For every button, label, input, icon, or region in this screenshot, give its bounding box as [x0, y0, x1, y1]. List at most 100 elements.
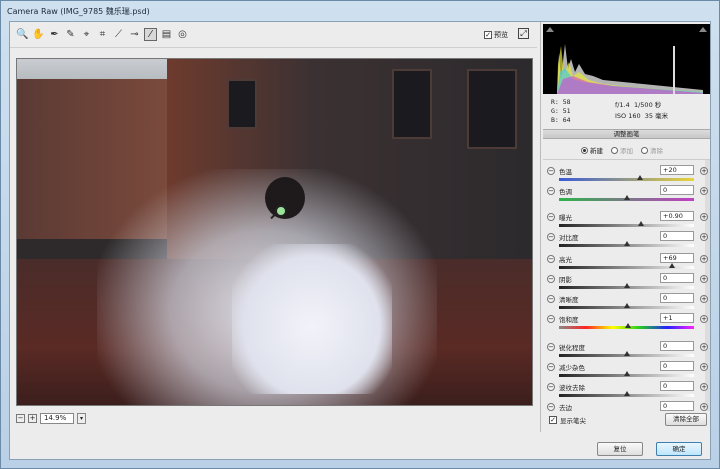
graduated-filter-tool-icon[interactable]: ▤ — [160, 28, 173, 41]
minus-icon[interactable]: − — [547, 315, 555, 323]
shadow-clipping-icon[interactable] — [546, 27, 554, 32]
plus-icon[interactable]: + — [700, 363, 708, 371]
slider-value[interactable]: +69 — [660, 253, 694, 263]
plus-icon[interactable]: + — [700, 343, 708, 351]
slider-thumb[interactable] — [637, 175, 643, 180]
preview-checkbox[interactable]: ✓ 预览 — [484, 30, 508, 40]
hand-tool-icon[interactable]: ✋ — [32, 28, 45, 41]
color-sampler-tool-icon[interactable]: ✎ — [64, 28, 77, 41]
zoom-dropdown-icon[interactable]: ▾ — [77, 412, 86, 424]
slider-thumb[interactable] — [624, 323, 631, 328]
plus-icon[interactable]: + — [700, 213, 708, 221]
zoom-out-button[interactable]: − — [16, 413, 25, 423]
plus-icon[interactable]: + — [700, 383, 708, 391]
targeted-adjustment-tool-icon[interactable]: ⌖ — [80, 28, 93, 41]
spot-removal-tool-icon[interactable]: ⊸ — [128, 28, 141, 41]
minus-icon[interactable]: − — [547, 295, 555, 303]
window-title: Camera Raw (IMG_9785 魏乐瑞.psd) — [7, 7, 150, 16]
slider-value[interactable]: 0 — [660, 361, 694, 371]
minus-icon[interactable]: − — [547, 363, 555, 371]
plus-icon[interactable]: + — [700, 315, 708, 323]
zoom-tool-icon[interactable]: 🔍 — [16, 28, 29, 41]
zoom-controls: − + 14.9% ▾ — [16, 411, 86, 425]
ok-button[interactable]: 确定 — [656, 442, 702, 456]
zoom-in-button[interactable]: + — [28, 413, 37, 423]
minus-icon[interactable]: − — [547, 403, 555, 411]
mode-option[interactable]: 新建 — [581, 145, 603, 155]
mode-option[interactable]: 清除 — [641, 145, 663, 155]
slider-row: − 高光 +69 + — [543, 252, 710, 272]
mode-radio[interactable] — [581, 146, 588, 154]
image-preview[interactable] — [16, 58, 533, 406]
plus-icon[interactable]: + — [700, 233, 708, 241]
plus-icon[interactable]: + — [700, 403, 708, 411]
minus-icon[interactable]: − — [547, 383, 555, 391]
slider-thumb[interactable] — [623, 283, 630, 288]
slider-track[interactable] — [559, 224, 694, 227]
slider-thumb[interactable] — [623, 303, 630, 308]
plus-icon[interactable]: + — [700, 275, 708, 283]
mode-label: 添加 — [620, 147, 633, 155]
plus-icon[interactable]: + — [700, 167, 708, 175]
fullscreen-icon[interactable]: ⤢ — [518, 28, 529, 39]
slider-value[interactable]: 0 — [660, 341, 694, 351]
slider-row: − 色调 0 + — [543, 184, 710, 204]
mode-radio[interactable] — [611, 146, 618, 154]
dialog-body: ✓ 预览 ⤢ 🔍 ✋ ✒ ✎ ⌖ ⌗ ⟋ ⊸ ⁄ ▤ ◎ − + 14.9% ▾… — [9, 21, 711, 460]
crop-tool-icon[interactable]: ⌗ — [96, 28, 109, 41]
slider-value[interactable]: 0 — [660, 293, 694, 303]
reset-button[interactable]: 复位 — [597, 442, 643, 456]
slider-row: − 锐化程度 0 + — [543, 340, 710, 360]
plus-icon[interactable]: + — [700, 255, 708, 263]
slider-value[interactable]: +20 — [660, 165, 694, 175]
zoom-level[interactable]: 14.9% — [40, 412, 74, 424]
adjustment-brush-tool-icon[interactable]: ⁄ — [144, 28, 157, 41]
highlight-clipping-icon[interactable] — [699, 27, 707, 32]
slider-value[interactable]: +0.90 — [660, 211, 694, 221]
slider-row: − 对比度 0 + — [543, 230, 710, 250]
minus-icon[interactable]: − — [547, 275, 555, 283]
adjustment-sliders: − 色温 +20 + − 色调 0 + − 曝光 +0.90 + − 对比度 0 + − 高光 +69 + − 阴影 0 + −… — [543, 159, 710, 411]
photo-dress — [232, 244, 392, 394]
show-pins-checkbox[interactable]: ✓ 显示笔尖 — [549, 415, 586, 425]
show-pins-checkbox-box[interactable]: ✓ — [549, 416, 557, 424]
minus-icon[interactable]: − — [547, 255, 555, 263]
plus-icon[interactable]: + — [700, 295, 708, 303]
slider-thumb[interactable] — [623, 241, 630, 246]
radial-filter-tool-icon[interactable]: ◎ — [176, 28, 189, 41]
preview-checkbox-box[interactable]: ✓ — [484, 31, 492, 39]
slider-label: 高光 — [559, 256, 572, 264]
slider-value[interactable]: 0 — [660, 401, 694, 411]
b-label: B: — [551, 116, 559, 124]
white-balance-tool-icon[interactable]: ✒ — [48, 28, 61, 41]
plus-icon[interactable]: + — [700, 187, 708, 195]
mode-radio[interactable] — [641, 146, 648, 154]
slider-thumb[interactable] — [623, 371, 630, 376]
slider-thumb[interactable] — [638, 221, 645, 226]
slider-thumb[interactable] — [623, 195, 630, 200]
slider-value[interactable]: 0 — [660, 381, 694, 391]
slider-thumb[interactable] — [623, 391, 630, 396]
slider-track[interactable] — [559, 178, 694, 181]
adjustment-pin-icon[interactable] — [275, 205, 287, 217]
clear-all-button[interactable]: 清除全部 — [665, 413, 707, 426]
mode-option[interactable]: 添加 — [611, 145, 633, 155]
minus-icon[interactable]: − — [547, 187, 555, 195]
slider-thumb[interactable] — [623, 351, 630, 356]
slider-value[interactable]: 0 — [660, 185, 694, 195]
slider-label: 减少杂色 — [559, 364, 585, 372]
slider-value[interactable]: 0 — [660, 273, 694, 283]
minus-icon[interactable]: − — [547, 343, 555, 351]
shutter: 1/500 秒 — [633, 101, 662, 109]
straighten-tool-icon[interactable]: ⟋ — [112, 28, 125, 41]
rgb-readout: R: 58 G: 51 B: 64 — [551, 98, 571, 125]
histogram-graph — [557, 44, 703, 94]
minus-icon[interactable]: − — [547, 167, 555, 175]
minus-icon[interactable]: − — [547, 213, 555, 221]
slider-value[interactable]: 0 — [660, 231, 694, 241]
preview-label: 预览 — [494, 31, 508, 39]
slider-value[interactable]: +1 — [660, 313, 694, 323]
minus-icon[interactable]: − — [547, 233, 555, 241]
slider-thumb[interactable] — [669, 263, 676, 268]
photo — [17, 59, 532, 405]
